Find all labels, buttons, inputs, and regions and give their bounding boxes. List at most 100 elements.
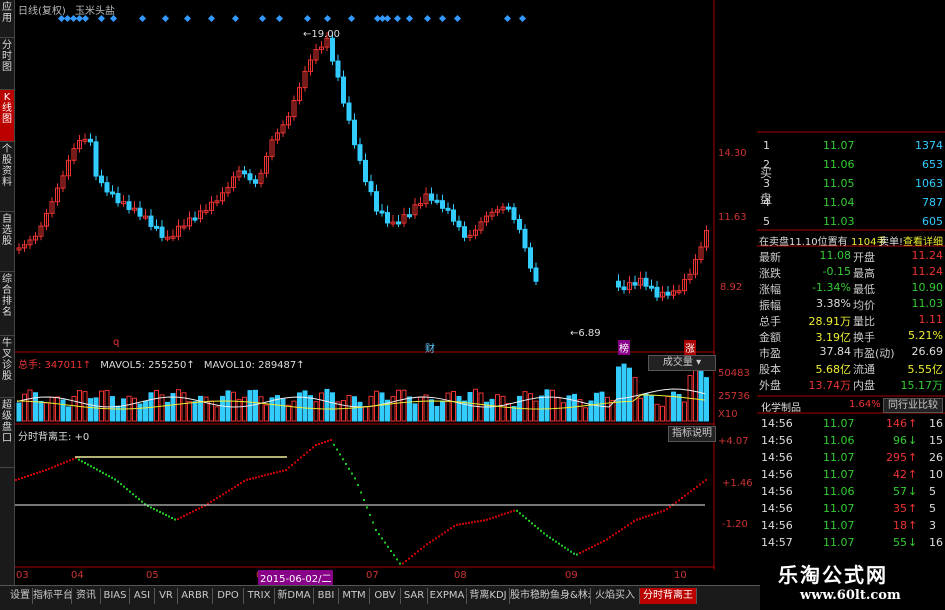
candle: [533, 267, 539, 282]
indicator-dot: [447, 529, 449, 532]
volume-bar: [291, 400, 297, 422]
nav-stock-info[interactable]: 个股资料: [0, 142, 14, 212]
indicator-dot: [690, 490, 692, 493]
nav-super-orderbook[interactable]: 超级盘口: [0, 398, 14, 468]
indicator-tab[interactable]: BIAS: [101, 588, 130, 604]
indicator-tab[interactable]: MTM: [339, 588, 370, 604]
industry-name[interactable]: 化学制品: [761, 399, 801, 414]
indicator-dot: [378, 533, 380, 536]
indicator-dot: [381, 537, 383, 540]
indicator-dot: [693, 488, 695, 490]
candle: [341, 76, 346, 104]
indicator-dot: [558, 542, 560, 545]
candle: [456, 220, 462, 228]
event-marker-finance[interactable]: 财: [425, 340, 435, 355]
order-book-row[interactable]: 4 11.04 787: [757, 195, 945, 211]
nav-intraday[interactable]: 分时图: [0, 38, 14, 90]
indicator-dot: [585, 549, 587, 551]
order-book-row[interactable]: 2 11.06 653: [757, 157, 945, 173]
volume-bar: [143, 400, 148, 422]
volume-bar: [445, 392, 451, 422]
indicator-dot: [669, 506, 671, 508]
order-book-row[interactable]: 5 11.03 605: [757, 214, 945, 230]
indicator-dot: [582, 550, 584, 553]
candle: [148, 215, 154, 227]
indicator-dot: [237, 484, 239, 486]
date-label: 10: [674, 570, 687, 581]
indicator-dot: [63, 461, 65, 464]
indicator-tab[interactable]: 设置: [8, 588, 33, 604]
nav-kline[interactable]: K线图: [0, 90, 14, 142]
indicator-tab[interactable]: DPO: [213, 588, 244, 604]
indicator-dot: [666, 508, 668, 511]
indicator-dot: [489, 517, 491, 520]
event-marker-q[interactable]: q: [113, 337, 119, 348]
nav-ranking[interactable]: 综合排名: [0, 272, 14, 336]
order-note[interactable]: 在卖盘11.10位置有 1104手 卖单! 查看详细: [757, 232, 945, 248]
indicator-dot: [330, 439, 332, 441]
event-marker-ranking[interactable]: 榜: [618, 340, 630, 355]
volume-bar: [22, 393, 27, 422]
indicator-dot: [240, 482, 242, 485]
indicator-tab[interactable]: 指标平台: [33, 588, 72, 604]
indicator-dot: [480, 519, 482, 522]
volume-bar: [55, 396, 60, 422]
nav-diagnose[interactable]: 牛叉诊股: [0, 336, 14, 398]
price-axis-label: 14.30: [718, 148, 747, 159]
arrow-down-icon: ↓: [908, 434, 918, 447]
volume-indicator-dropdown[interactable]: 成交量 ▾: [648, 355, 716, 371]
indicator-tab[interactable]: OBV: [370, 588, 401, 604]
indicator-tab[interactable]: 背离KDJ: [467, 588, 510, 604]
indicator-dot: [675, 501, 677, 504]
indicator-dot: [216, 497, 218, 500]
indicator-dot: [354, 477, 356, 480]
indicator-dot: [633, 520, 635, 523]
indicator-tab[interactable]: BBI: [314, 588, 339, 604]
volume-bar: [429, 399, 434, 422]
indicator-tab[interactable]: 新DMA: [275, 588, 314, 604]
volume-bar: [423, 394, 429, 422]
kline-chart-area[interactable]: [15, 0, 715, 570]
nav-watchlist[interactable]: 自选股: [0, 212, 14, 272]
indicator-tab[interactable]: EXPMA: [428, 588, 467, 604]
event-marker-limit-up[interactable]: 涨: [684, 340, 696, 355]
indicator-dot: [300, 456, 302, 459]
indicator-tab[interactable]: ARBR: [178, 588, 213, 604]
indicator-dot: [600, 541, 602, 544]
indicator-tab[interactable]: 股市稳盼鱼身&林永: [510, 588, 591, 604]
volume-bar: [341, 399, 346, 422]
arrow-up-icon: ↑: [908, 417, 918, 430]
indicator-dot: [297, 459, 299, 461]
date-label: 04: [71, 570, 84, 581]
indicator-dot: [372, 521, 374, 524]
indicator-tab[interactable]: 火焰买入: [591, 588, 640, 604]
indicator-tab[interactable]: ASI: [130, 588, 155, 604]
indicator-dot: [681, 497, 683, 499]
indicator-tab[interactable]: 资讯: [72, 588, 101, 604]
candle: [99, 175, 104, 184]
indicator-dot: [33, 473, 35, 475]
order-book-row[interactable]: 3 11.05 1063: [757, 176, 945, 192]
candle: [429, 193, 434, 201]
indicator-dot: [513, 509, 515, 512]
order-book-row[interactable]: 1 11.07 1374: [757, 138, 945, 154]
indicator-tab[interactable]: 分时背离王: [640, 588, 697, 604]
volume-bar: [225, 390, 231, 422]
indicator-dot: [699, 483, 701, 486]
volume-total: 总手: 347011↑: [18, 360, 92, 371]
indicator-tab[interactable]: SAR: [401, 588, 428, 604]
indicator-help-button[interactable]: 指标说明: [668, 426, 716, 442]
watermark: 乐淘公式网 www.60lt.com: [760, 553, 945, 609]
signal-marker: [109, 14, 118, 23]
volume-bars: [16, 363, 709, 422]
volume-bar: [104, 389, 110, 422]
nav-apps[interactable]: 应用: [0, 0, 14, 38]
volume-bar: [187, 401, 192, 422]
indicator-dot: [567, 548, 569, 551]
candle: [407, 214, 412, 218]
signal-marker: [453, 14, 462, 23]
tick-row: 14:56 11.06 57 ↓ 5: [761, 485, 936, 498]
industry-compare-button[interactable]: 同行业比较: [883, 398, 943, 413]
indicator-tab[interactable]: VR: [155, 588, 178, 604]
indicator-tab[interactable]: TRIX: [244, 588, 275, 604]
